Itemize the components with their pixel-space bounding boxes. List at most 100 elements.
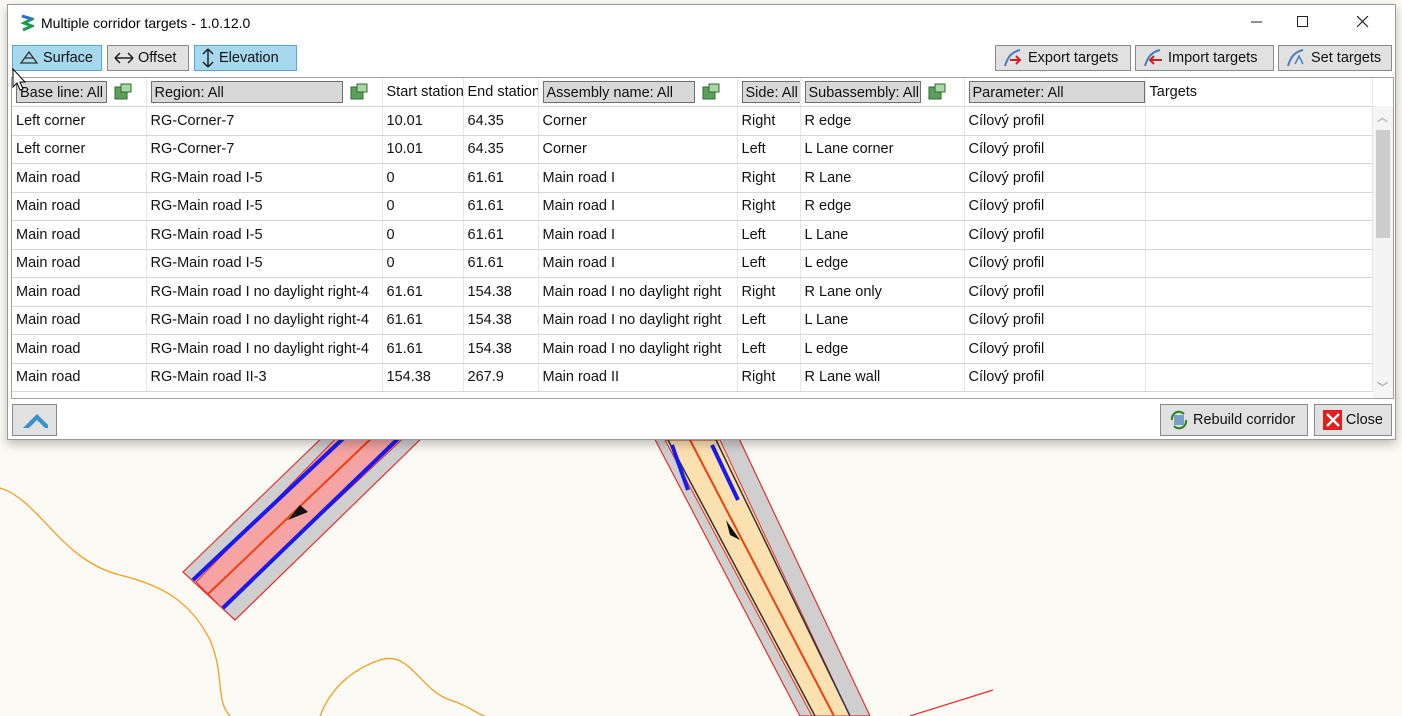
cell-subassembly[interactable]: L Lane bbox=[800, 220, 965, 250]
subassembly-filter[interactable]: Subassembly: All bbox=[804, 81, 921, 103]
cell-parameter[interactable]: Cílový profil bbox=[964, 334, 1146, 364]
cell-side[interactable]: Left bbox=[737, 306, 801, 335]
table-row[interactable]: Main road RG-Main road II-3 154.38 267.9 Mai… bbox=[12, 363, 1373, 392]
cell-end-station[interactable]: 154.38 bbox=[463, 306, 539, 335]
table-row[interactable]: Main road RG-Main road I no daylight righ… bbox=[12, 334, 1373, 364]
set-targets-button[interactable]: Set targets bbox=[1278, 45, 1392, 71]
cell-assembly[interactable]: Main road II bbox=[538, 363, 738, 392]
scroll-up-arrow[interactable]: ︿ bbox=[1377, 109, 1388, 125]
cell-start-station[interactable]: 0 bbox=[382, 192, 464, 221]
cell-end-station[interactable]: 61.61 bbox=[463, 163, 539, 193]
cell-parameter[interactable]: Cílový profil bbox=[964, 192, 1146, 221]
cell-assembly[interactable]: Main road I bbox=[538, 163, 738, 193]
cell-start-station[interactable]: 0 bbox=[382, 220, 464, 250]
cell-targets[interactable] bbox=[1145, 192, 1373, 221]
cell-parameter[interactable]: Cílový profil bbox=[964, 220, 1146, 250]
cell-subassembly[interactable]: R edge bbox=[800, 106, 965, 136]
maximize-button[interactable] bbox=[1280, 5, 1326, 39]
cell-targets[interactable] bbox=[1145, 334, 1373, 364]
cell-subassembly[interactable]: L edge bbox=[800, 334, 965, 364]
vertical-scrollbar[interactable]: ︿ ﹀ bbox=[1373, 106, 1393, 398]
cell-assembly[interactable]: Main road I bbox=[538, 220, 738, 250]
cell-start-station[interactable]: 10.01 bbox=[382, 106, 464, 136]
cell-baseline[interactable]: Left corner bbox=[12, 135, 147, 164]
cell-end-station[interactable]: 154.38 bbox=[463, 334, 539, 364]
cell-parameter[interactable]: Cílový profil bbox=[964, 106, 1146, 136]
cell-parameter[interactable]: Cílový profil bbox=[964, 306, 1146, 335]
cell-side[interactable]: Left bbox=[737, 135, 801, 164]
table-row[interactable]: Main road RG-Main road I-5 0 61.61 Main road… bbox=[12, 220, 1373, 250]
cell-region[interactable]: RG-Main road I no daylight right-4 bbox=[146, 277, 383, 307]
table-row[interactable]: Left corner RG-Corner-7 10.01 64.35 Corner Le… bbox=[12, 135, 1373, 164]
cell-region[interactable]: RG-Corner-7 bbox=[146, 106, 383, 136]
cell-end-station[interactable]: 267.9 bbox=[463, 363, 539, 392]
baseline-filter[interactable]: Base line: All bbox=[16, 81, 108, 103]
cell-start-station[interactable]: 10.01 bbox=[382, 135, 464, 164]
cell-targets[interactable] bbox=[1145, 106, 1373, 136]
cell-baseline[interactable]: Main road bbox=[12, 163, 147, 193]
scroll-thumb[interactable] bbox=[1376, 130, 1390, 238]
cell-assembly[interactable]: Main road I bbox=[538, 192, 738, 221]
cell-start-station[interactable]: 0 bbox=[382, 163, 464, 193]
cell-parameter[interactable]: Cílový profil bbox=[964, 163, 1146, 193]
table-row[interactable]: Main road RG-Main road I-5 0 61.61 Main road… bbox=[12, 249, 1373, 278]
cell-targets[interactable] bbox=[1145, 249, 1373, 278]
cell-targets[interactable] bbox=[1145, 306, 1373, 335]
cell-end-station[interactable]: 61.61 bbox=[463, 220, 539, 250]
table-row[interactable]: Main road RG-Main road I no daylight righ… bbox=[12, 306, 1373, 335]
rebuild-corridor-button[interactable]: Rebuild corridor bbox=[1160, 404, 1308, 436]
cell-parameter[interactable]: Cílový profil bbox=[964, 135, 1146, 164]
cell-start-station[interactable]: 61.61 bbox=[382, 277, 464, 307]
cell-side[interactable]: Right bbox=[737, 106, 801, 136]
cell-region[interactable]: RG-Main road I-5 bbox=[146, 192, 383, 221]
cell-assembly[interactable]: Corner bbox=[538, 106, 738, 136]
cell-side[interactable]: Left bbox=[737, 220, 801, 250]
cell-baseline[interactable]: Main road bbox=[12, 306, 147, 335]
table-row[interactable]: Main road RG-Main road I-5 0 61.61 Main road… bbox=[12, 163, 1373, 193]
cell-baseline[interactable]: Main road bbox=[12, 192, 147, 221]
cell-baseline[interactable]: Left corner bbox=[12, 106, 147, 136]
cell-side[interactable]: Left bbox=[737, 249, 801, 278]
cell-assembly[interactable]: Main road I no daylight right bbox=[538, 334, 738, 364]
table-row[interactable]: Main road RG-Main road I-5 0 61.61 Main road… bbox=[12, 192, 1373, 221]
cell-side[interactable]: Right bbox=[737, 163, 801, 193]
cell-side[interactable]: Right bbox=[737, 277, 801, 307]
cell-subassembly[interactable]: R edge bbox=[800, 192, 965, 221]
cell-region[interactable]: RG-Main road I-5 bbox=[146, 249, 383, 278]
assembly-filter[interactable]: Assembly name: All bbox=[542, 81, 695, 103]
cell-side[interactable]: Left bbox=[737, 334, 801, 364]
cell-end-station[interactable]: 154.38 bbox=[463, 277, 539, 307]
close-button[interactable]: Close bbox=[1314, 404, 1392, 436]
filter-clear-icon[interactable] bbox=[701, 83, 721, 101]
minimize-button[interactable] bbox=[1234, 5, 1280, 39]
export-targets-button[interactable]: Export targets bbox=[995, 45, 1131, 71]
cell-side[interactable]: Right bbox=[737, 192, 801, 221]
cell-region[interactable]: RG-Corner-7 bbox=[146, 135, 383, 164]
cell-targets[interactable] bbox=[1145, 135, 1373, 164]
cell-end-station[interactable]: 61.61 bbox=[463, 249, 539, 278]
filter-clear-icon[interactable] bbox=[349, 83, 369, 101]
cell-subassembly[interactable]: L Lane bbox=[800, 306, 965, 335]
parameter-filter[interactable]: Parameter: All bbox=[968, 81, 1144, 103]
cell-start-station[interactable]: 61.61 bbox=[382, 306, 464, 335]
region-filter[interactable]: Region: All bbox=[150, 81, 343, 103]
table-row[interactable]: Main road RG-Main road I no daylight righ… bbox=[12, 277, 1373, 307]
cell-baseline[interactable]: Main road bbox=[12, 249, 147, 278]
close-window-button[interactable] bbox=[1340, 5, 1386, 39]
cell-targets[interactable] bbox=[1145, 220, 1373, 250]
cell-start-station[interactable]: 154.38 bbox=[382, 363, 464, 392]
cell-targets[interactable] bbox=[1145, 277, 1373, 307]
cell-region[interactable]: RG-Main road I-5 bbox=[146, 220, 383, 250]
scroll-down-arrow[interactable]: ﹀ bbox=[1377, 379, 1388, 395]
elevation-button[interactable]: Elevation bbox=[194, 45, 297, 71]
cell-assembly[interactable]: Corner bbox=[538, 135, 738, 164]
cell-parameter[interactable]: Cílový profil bbox=[964, 277, 1146, 307]
cell-subassembly[interactable]: R Lane bbox=[800, 163, 965, 193]
cell-baseline[interactable]: Main road bbox=[12, 363, 147, 392]
cell-assembly[interactable]: Main road I bbox=[538, 249, 738, 278]
cell-baseline[interactable]: Main road bbox=[12, 220, 147, 250]
cell-region[interactable]: RG-Main road I no daylight right-4 bbox=[146, 306, 383, 335]
cell-parameter[interactable]: Cílový profil bbox=[964, 363, 1146, 392]
cell-start-station[interactable]: 0 bbox=[382, 249, 464, 278]
cell-assembly[interactable]: Main road I no daylight right bbox=[538, 306, 738, 335]
